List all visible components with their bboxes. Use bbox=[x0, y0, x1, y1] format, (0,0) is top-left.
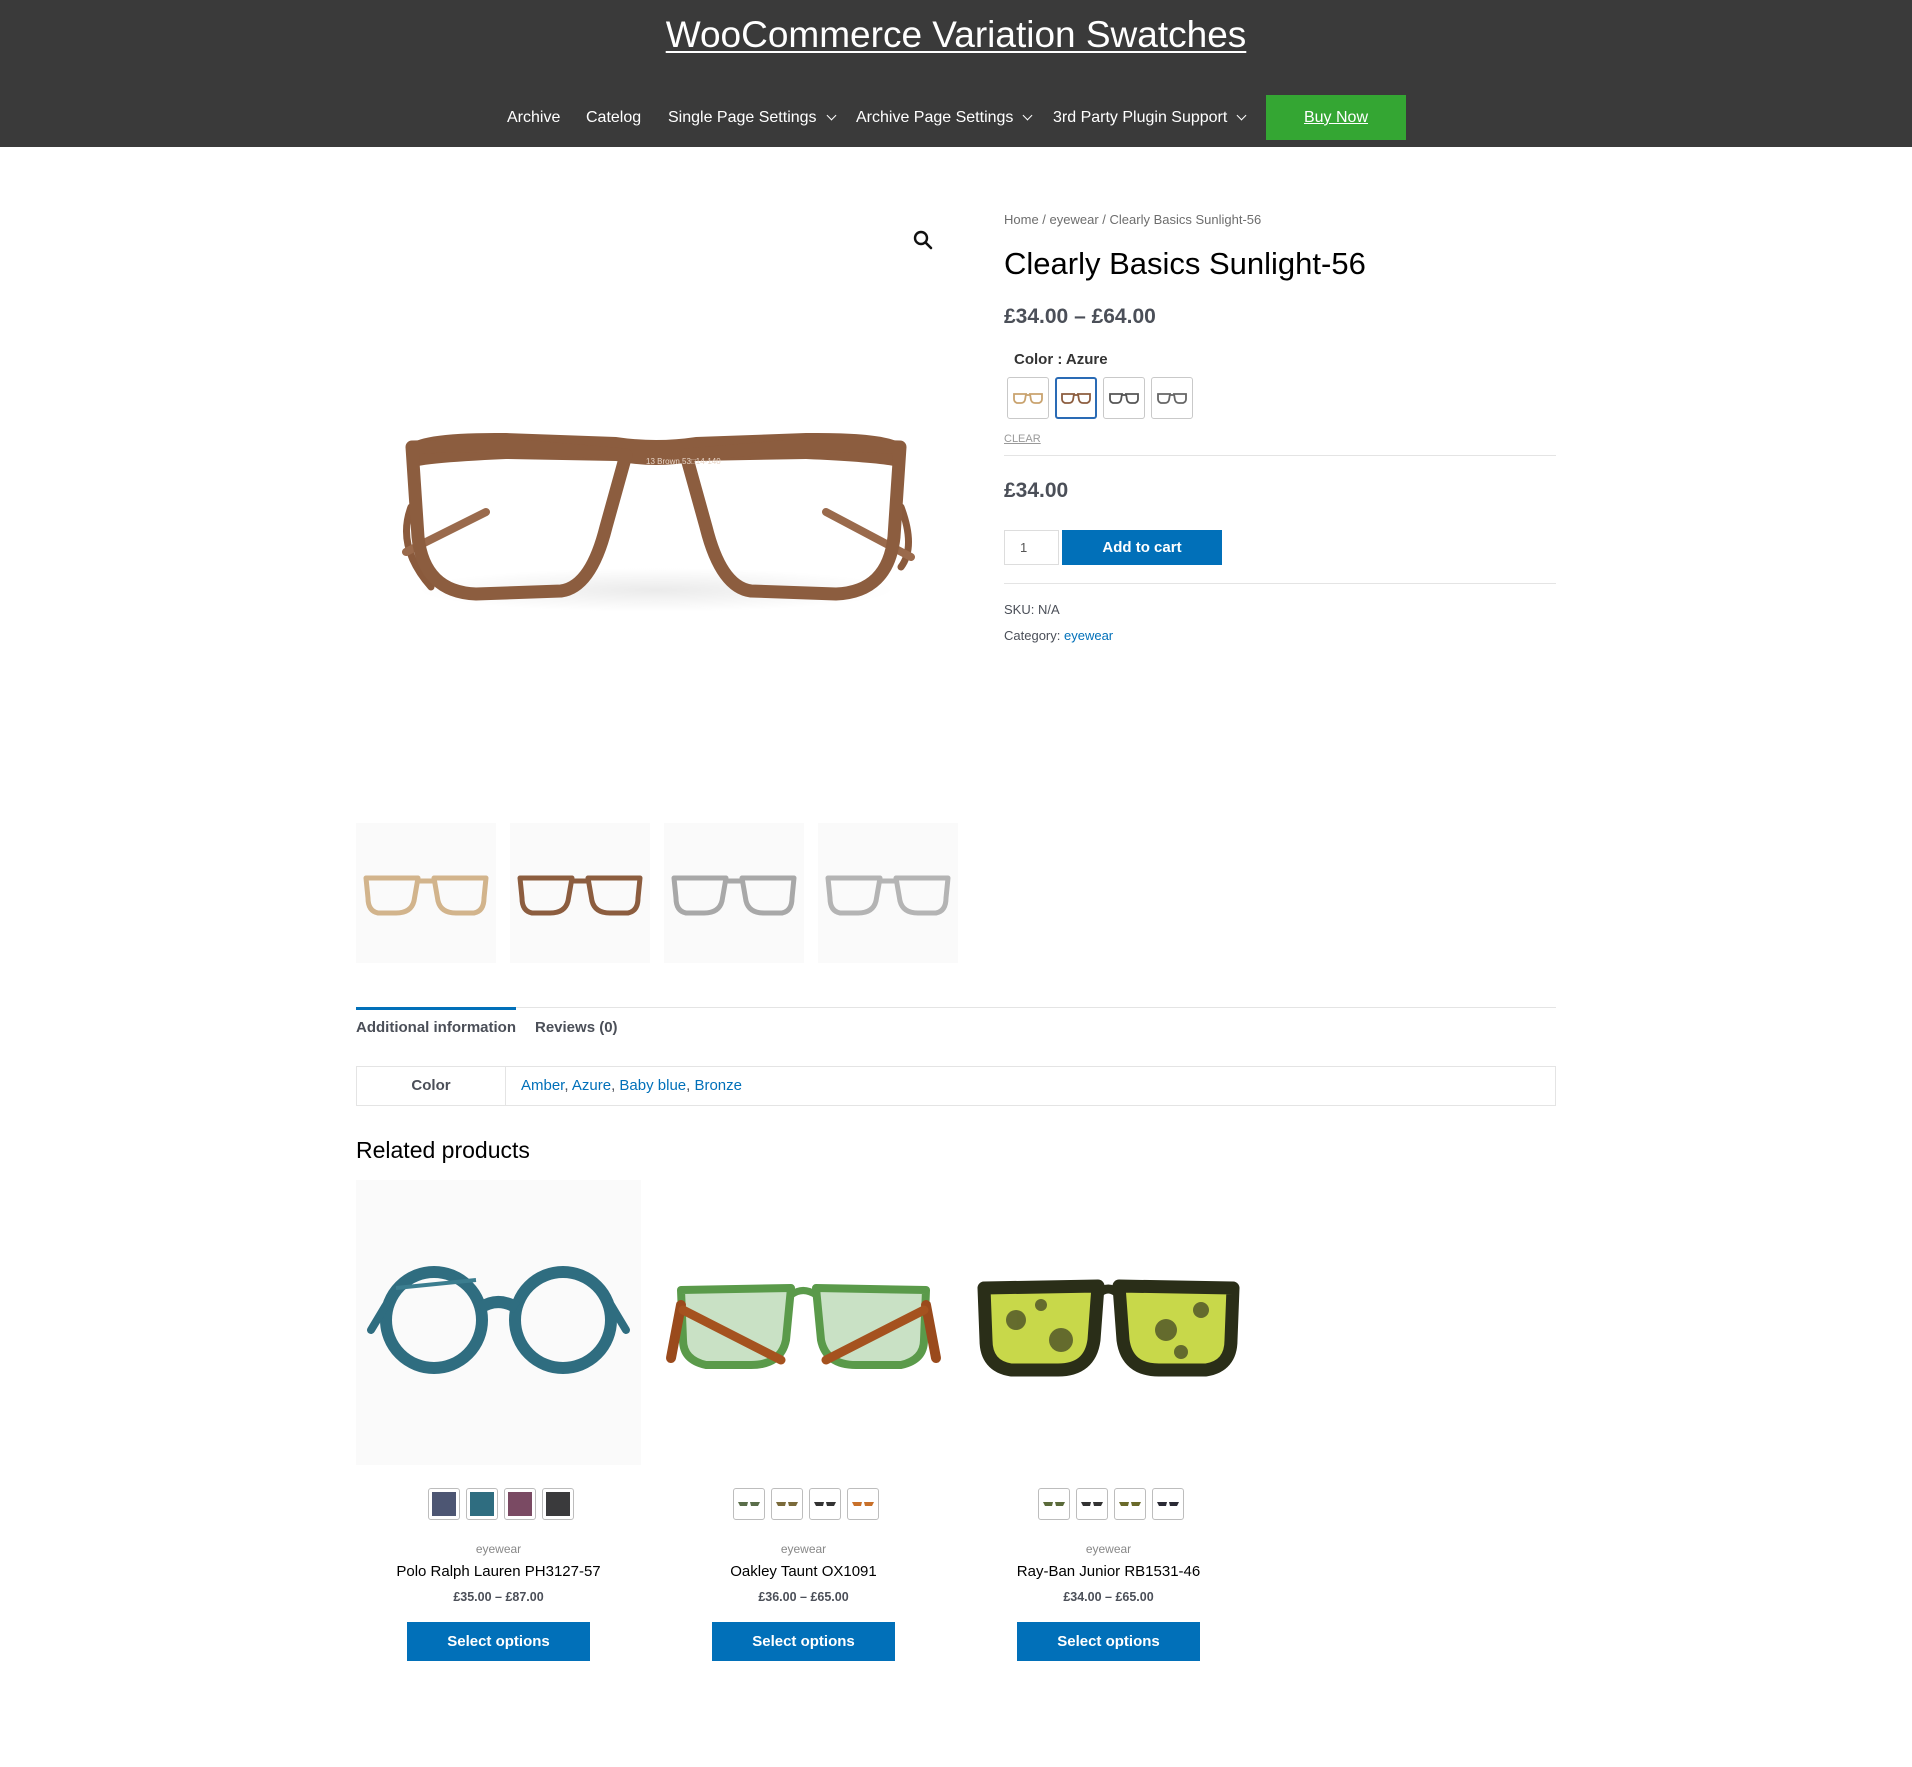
image-swatch[interactable] bbox=[733, 1488, 765, 1520]
attribute-name: Color bbox=[357, 1067, 506, 1105]
nav-item-third-party-plugin-support[interactable]: 3rd Party Plugin Support bbox=[1053, 95, 1247, 141]
related-products-title: Related products bbox=[356, 1137, 530, 1163]
image-swatch[interactable] bbox=[1076, 1488, 1108, 1520]
nav-label: Archive Page Settings bbox=[856, 109, 1014, 126]
divider bbox=[1004, 455, 1556, 456]
nav-item-archive[interactable]: Archive bbox=[507, 95, 560, 141]
swatch-bronze[interactable] bbox=[1151, 377, 1193, 419]
image-swatch[interactable] bbox=[847, 1488, 879, 1520]
product-category: Category: eyewear bbox=[1004, 628, 1113, 643]
divider bbox=[1004, 583, 1556, 584]
additional-information-table: Color Amber, Azure, Baby blue, Bronze bbox=[356, 1066, 1556, 1106]
price-range: £34.00 – £64.00 bbox=[1004, 305, 1156, 328]
nav-label: 3rd Party Plugin Support bbox=[1053, 109, 1228, 126]
chevron-down-icon bbox=[1236, 110, 1247, 121]
zoom-search-icon[interactable] bbox=[912, 229, 934, 251]
add-to-cart-button[interactable]: Add to cart bbox=[1062, 530, 1222, 565]
tabs-divider bbox=[356, 1007, 1556, 1008]
nav-item-single-page-settings[interactable]: Single Page Settings bbox=[668, 95, 836, 141]
related-product-swatches bbox=[356, 1488, 641, 1522]
color-attribute-label: Color : Azure bbox=[1014, 351, 1108, 368]
breadcrumb-category[interactable]: eyewear bbox=[1050, 212, 1099, 227]
select-options-button[interactable]: Select options bbox=[712, 1622, 895, 1661]
buy-now-button[interactable]: Buy Now bbox=[1266, 95, 1406, 140]
related-product-image[interactable] bbox=[356, 1180, 641, 1465]
site-title-link[interactable]: WooCommerce Variation Swatches bbox=[0, 14, 1912, 56]
related-product-image[interactable] bbox=[966, 1180, 1251, 1465]
image-swatch[interactable] bbox=[1152, 1488, 1184, 1520]
breadcrumb-separator: / bbox=[1038, 212, 1050, 227]
site-header: WooCommerce Variation Swatches Archive C… bbox=[0, 0, 1912, 147]
related-product-image[interactable] bbox=[661, 1180, 946, 1465]
nav-label: Single Page Settings bbox=[668, 109, 817, 126]
related-product-price: £36.00 – £65.00 bbox=[758, 1590, 849, 1604]
related-product-price: £35.00 – £87.00 bbox=[453, 1590, 544, 1604]
product-title: Clearly Basics Sunlight-56 bbox=[1004, 246, 1366, 281]
image-swatch[interactable] bbox=[1114, 1488, 1146, 1520]
related-product-name[interactable]: Oakley Taunt OX1091 bbox=[661, 1563, 946, 1580]
category-label: Category: bbox=[1004, 628, 1061, 643]
thumbnail-bronze[interactable] bbox=[818, 823, 958, 963]
category-link[interactable]: eyewear bbox=[1064, 628, 1113, 643]
gallery-thumbnails bbox=[356, 823, 958, 963]
related-product-name[interactable]: Polo Ralph Lauren PH3127-57 bbox=[356, 1563, 641, 1580]
sku-label: SKU: bbox=[1004, 602, 1035, 617]
attribute-separator: , bbox=[564, 1077, 572, 1094]
breadcrumb-separator: / bbox=[1098, 212, 1110, 227]
breadcrumb: Home / eyewear / Clearly Basics Sunlight… bbox=[1004, 212, 1261, 227]
nav-item-archive-page-settings[interactable]: Archive Page Settings bbox=[856, 95, 1033, 141]
related-product-price: £34.00 – £65.00 bbox=[1063, 1590, 1154, 1604]
active-tab-indicator bbox=[356, 1007, 516, 1010]
swatch-azure[interactable] bbox=[1055, 377, 1097, 419]
related-product-category: eyewear bbox=[780, 1542, 827, 1556]
swatch-amber[interactable] bbox=[1007, 377, 1049, 419]
color-swatch[interactable] bbox=[504, 1488, 536, 1520]
related-product-category: eyewear bbox=[475, 1542, 522, 1556]
swatch-baby-blue[interactable] bbox=[1103, 377, 1145, 419]
variation-price: £34.00 bbox=[1004, 479, 1069, 502]
chevron-down-icon bbox=[826, 110, 836, 121]
nav-item-catelog[interactable]: Catelog bbox=[586, 95, 641, 141]
product-sku: SKU: N/A bbox=[1004, 602, 1060, 617]
attribute-value-link[interactable]: Bronze bbox=[694, 1077, 742, 1094]
tab-additional-information[interactable]: Additional information bbox=[356, 1019, 516, 1036]
thumbnail-baby-blue[interactable] bbox=[664, 823, 804, 963]
main-product-image[interactable]: 13 Brown 53□14-140 bbox=[356, 207, 956, 807]
select-options-button[interactable]: Select options bbox=[1017, 1622, 1200, 1661]
color-swatch[interactable] bbox=[542, 1488, 574, 1520]
quantity-input[interactable]: 1 bbox=[1004, 530, 1059, 565]
chevron-down-icon bbox=[1022, 110, 1033, 121]
attribute-values: Amber, Azure, Baby blue, Bronze bbox=[521, 1067, 742, 1105]
sku-value: N/A bbox=[1037, 602, 1060, 617]
color-swatch[interactable] bbox=[466, 1488, 498, 1520]
select-options-button[interactable]: Select options bbox=[407, 1622, 590, 1661]
thumbnail-amber[interactable] bbox=[356, 823, 496, 963]
breadcrumb-home[interactable]: Home bbox=[1004, 212, 1039, 227]
related-product-category: eyewear bbox=[1085, 1542, 1132, 1556]
related-product-swatches bbox=[966, 1488, 1251, 1522]
attribute-value-link[interactable]: Amber bbox=[521, 1077, 564, 1094]
related-product-swatches bbox=[661, 1488, 946, 1522]
image-swatch[interactable] bbox=[1038, 1488, 1070, 1520]
attribute-value-link[interactable]: Baby blue bbox=[619, 1077, 686, 1094]
image-swatch[interactable] bbox=[809, 1488, 841, 1520]
related-product-name[interactable]: Ray-Ban Junior RB1531-46 bbox=[966, 1563, 1251, 1580]
thumbnail-azure[interactable] bbox=[510, 823, 650, 963]
clear-selection-link[interactable]: CLEAR bbox=[1004, 433, 1041, 445]
image-swatch[interactable] bbox=[771, 1488, 803, 1520]
svg-text:13 Brown 53□14-140: 13 Brown 53□14-140 bbox=[646, 457, 721, 466]
attribute-value-link[interactable]: Azure bbox=[572, 1077, 611, 1094]
breadcrumb-current: Clearly Basics Sunlight-56 bbox=[1109, 212, 1262, 227]
tab-reviews[interactable]: Reviews (0) bbox=[535, 1019, 618, 1036]
color-swatch[interactable] bbox=[428, 1488, 460, 1520]
